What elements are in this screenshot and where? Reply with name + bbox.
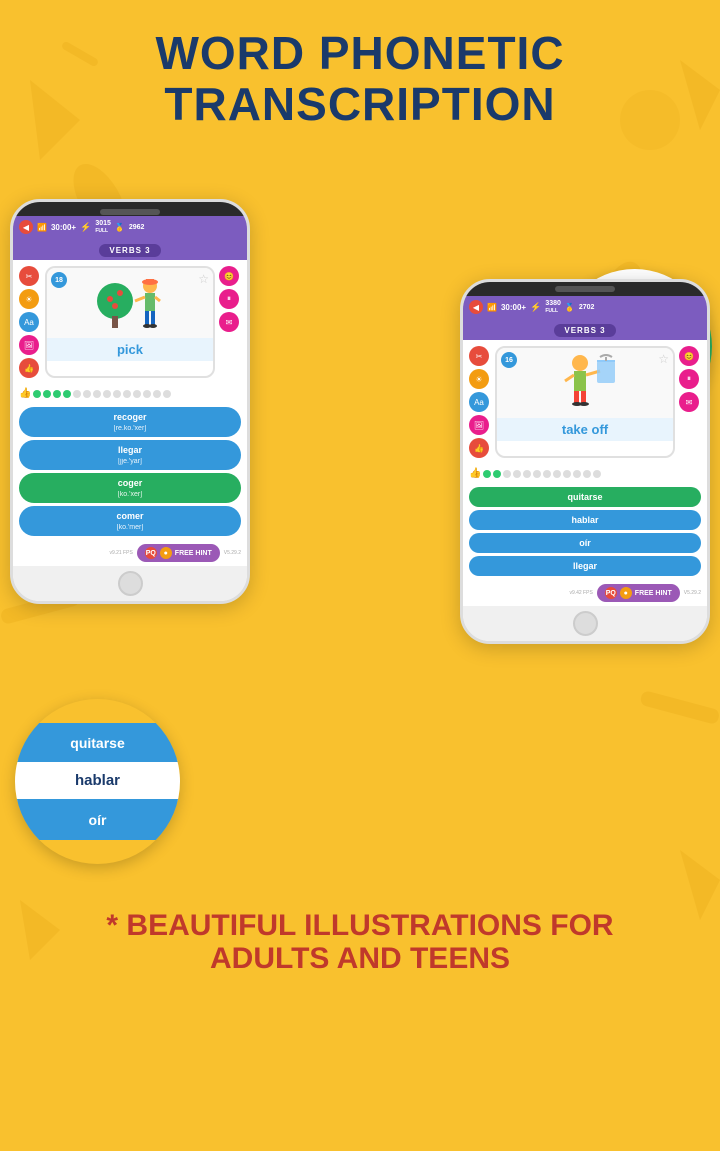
scissors-icon-right[interactable]: ✂: [469, 346, 489, 366]
fps-left: v9.21 FPS: [109, 550, 132, 556]
medal-icon-right: 🥇: [565, 303, 575, 312]
header-section: WORD PHONETIC TRANSCRIPTION: [0, 0, 720, 139]
mail-icon-left[interactable]: ✉: [219, 312, 239, 332]
right-status-bar: ◀ 📶 30:00+ ⚡ 3380 FULL 🥇 2702: [463, 296, 707, 318]
option-right-2[interactable]: hablar: [469, 510, 701, 530]
left-icons-left: ✂ ☀ Aa 🖼 👍: [19, 266, 41, 378]
circle-left-word3: oír: [89, 812, 107, 828]
thumb-up-icon-right: 👍: [469, 468, 481, 479]
card-word-right: take off: [497, 418, 673, 441]
option-left-1[interactable]: recoger[re.ko.'xer]: [19, 407, 241, 437]
option-left-2[interactable]: llegar[jje.'yar]: [19, 440, 241, 470]
fps-right: v9.42 FPS: [569, 590, 592, 596]
star-icon-left[interactable]: ☆: [198, 272, 209, 286]
score-left: 3015 FULL: [95, 220, 111, 234]
sun-icon-right[interactable]: ☀: [469, 369, 489, 389]
star-icon-right[interactable]: ☆: [658, 352, 669, 366]
footer-line1: * BEAUTIFUL ILLUSTRATIONS FOR: [20, 909, 700, 942]
pause-icon-right[interactable]: ⏸: [679, 369, 699, 389]
version-left: V5.29.2: [224, 550, 241, 556]
hint-button-left[interactable]: PQ ● FREE HINT: [137, 544, 220, 562]
option-left-4[interactable]: comer[ko.'mer]: [19, 506, 241, 536]
text-icon[interactable]: Aa: [19, 312, 39, 332]
mail-icon-right[interactable]: ✉: [679, 392, 699, 412]
pq-icon-left: PQ: [145, 547, 157, 559]
hint-button-right[interactable]: PQ ● FREE HINT: [597, 584, 680, 602]
image-icon[interactable]: 🖼: [19, 335, 39, 355]
phone-right: ◀ 📶 30:00+ ⚡ 3380 FULL 🥇 2702 VERBS 3 ✂ …: [460, 279, 710, 644]
lightning-icon-right: ⚡: [530, 302, 541, 313]
card-image-left: [47, 268, 213, 338]
scissors-icon[interactable]: ✂: [19, 266, 39, 286]
hint-bar-left: v9.21 FPS PQ ● FREE HINT V5.29.2: [13, 540, 247, 566]
image-icon-right[interactable]: 🖼: [469, 415, 489, 435]
timer-left: 30:00+: [51, 223, 76, 232]
circle-left-word1: quitarse: [70, 735, 124, 751]
coins-left: 2962: [129, 224, 145, 231]
card-image-right: [497, 348, 673, 418]
word-circle-left: quitarse hablar oír: [15, 699, 180, 864]
footer-section: * BEAUTIFUL ILLUSTRATIONS FOR ADULTS AND…: [0, 889, 720, 996]
dot-icon-right: ●: [620, 587, 632, 599]
option-left-3[interactable]: coger[ko.'xer]: [19, 473, 241, 503]
wifi-icon-right: 📶: [487, 303, 497, 312]
progress-dots-right: 👍: [463, 464, 707, 483]
wifi-icon-left: 📶: [37, 223, 47, 232]
thumb-icon-right[interactable]: 👍: [469, 438, 489, 458]
thumb-icon[interactable]: 👍: [19, 358, 39, 378]
flashcard-right: 16 ☆: [495, 346, 675, 458]
footer-line2: ADULTS AND TEENS: [20, 942, 700, 976]
back-button-right[interactable]: ◀: [469, 300, 483, 314]
text-icon-right[interactable]: Aa: [469, 392, 489, 412]
timer-right: 30:00+: [501, 303, 526, 312]
level-badge-right: VERBS 3: [554, 324, 615, 337]
options-area-left: recoger[re.ko.'xer] llegar[jje.'yar] cog…: [13, 403, 247, 540]
options-area-right: quitarse hablar oír llegar: [463, 483, 707, 580]
face-icon-right[interactable]: 😊: [679, 346, 699, 366]
hint-bar-right: v9.42 FPS PQ ● FREE HINT V5.29.2: [463, 580, 707, 606]
option-right-3[interactable]: oír: [469, 533, 701, 553]
medal-icon-left: 🥇: [115, 223, 125, 232]
pq-icon-right: PQ: [605, 587, 617, 599]
back-button-left[interactable]: ◀: [19, 220, 33, 234]
page-title: WORD PHONETIC TRANSCRIPTION: [20, 28, 700, 129]
coins-right: 2702: [579, 304, 595, 311]
phone-left: ◀ 📶 30:00+ ⚡ 3015 FULL 🥇 2962 VERBS 3 ✂: [10, 199, 250, 604]
right-icons-left: 😊 ⏸ ✉: [219, 266, 241, 378]
right-icons-right: 😊 ⏸ ✉: [679, 346, 701, 458]
dot-icon-left: ●: [160, 547, 172, 559]
face-icon-left[interactable]: 😊: [219, 266, 239, 286]
version-right: V5.29.2: [684, 590, 701, 596]
level-badge-left: VERBS 3: [99, 244, 160, 257]
progress-dots-left: 👍: [13, 384, 247, 403]
left-icons-right: ✂ ☀ Aa 🖼 👍: [469, 346, 491, 458]
thumb-up-icon: 👍: [19, 388, 31, 399]
left-status-bar: ◀ 📶 30:00+ ⚡ 3015 FULL 🥇 2962: [13, 216, 247, 238]
lightning-icon-left: ⚡: [80, 222, 91, 233]
card-word-left: pick: [47, 338, 213, 361]
card-area-right: ✂ ☀ Aa 🖼 👍 16 ☆: [463, 340, 707, 464]
card-area-left: ✂ ☀ Aa 🖼 👍 18 ☆: [13, 260, 247, 384]
option-right-4[interactable]: llegar: [469, 556, 701, 576]
level-badge-bar-left: VERBS 3: [13, 238, 247, 260]
option-right-1[interactable]: quitarse: [469, 487, 701, 507]
pause-icon-left[interactable]: ⏸: [219, 289, 239, 309]
score-right: 3380 FULL: [545, 300, 561, 314]
circle-left-word2: hablar: [75, 772, 120, 789]
level-badge-bar-right: VERBS 3: [463, 318, 707, 340]
sun-icon[interactable]: ☀: [19, 289, 39, 309]
flashcard-left: 18 ☆: [45, 266, 215, 378]
home-button-left[interactable]: [13, 566, 247, 601]
home-button-right[interactable]: [463, 606, 707, 641]
